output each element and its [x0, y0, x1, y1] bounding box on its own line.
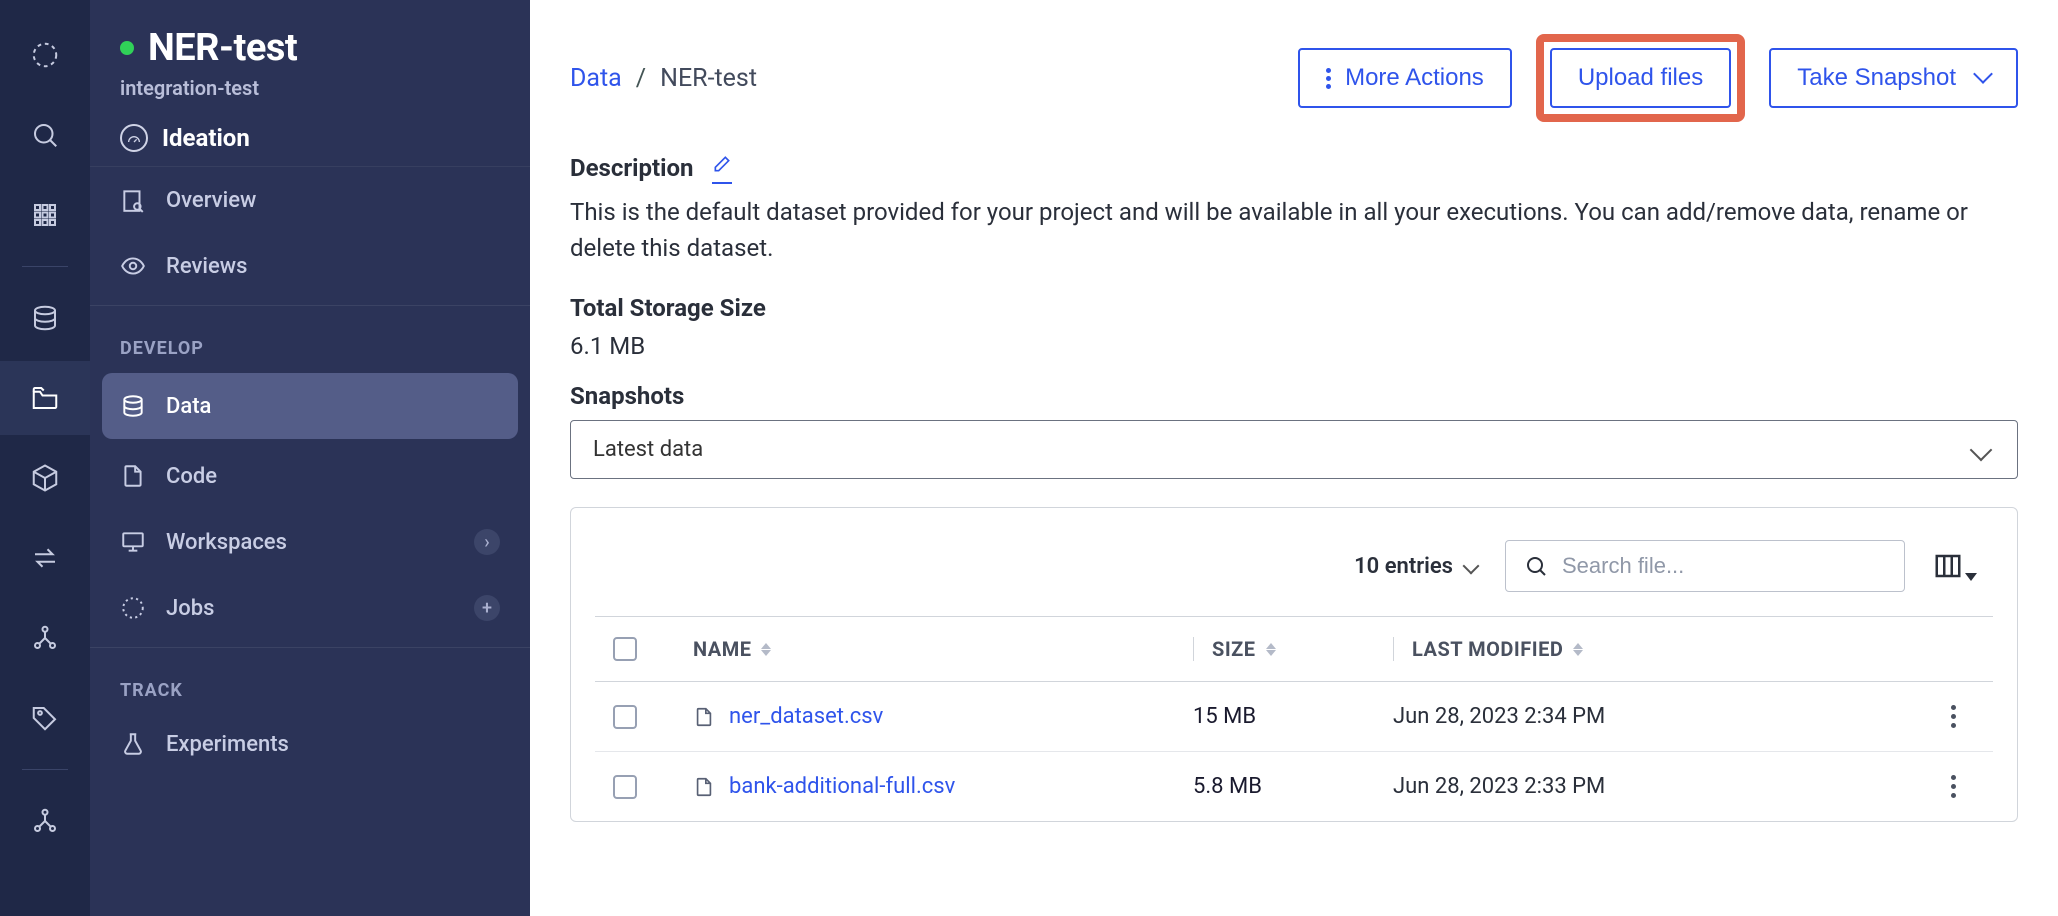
- button-label: More Actions: [1345, 64, 1484, 92]
- row-menu-button[interactable]: [1913, 775, 1993, 798]
- model2-icon[interactable]: [0, 784, 90, 858]
- stage-label: Ideation: [162, 124, 250, 152]
- sidebar-item-label: Jobs: [166, 596, 214, 621]
- select-all-checkbox[interactable]: [613, 637, 637, 661]
- breadcrumb: Data / NER-test: [570, 64, 757, 93]
- button-label: Take Snapshot: [1797, 64, 1956, 92]
- row-menu-button[interactable]: [1913, 705, 1993, 728]
- search-input[interactable]: [1562, 553, 1886, 579]
- nav-group-develop: DEVELOP: [90, 312, 530, 369]
- annotation-highlight: Upload files: [1536, 34, 1745, 122]
- breadcrumb-separator: /: [636, 64, 646, 93]
- file-size: 5.8 MB: [1193, 774, 1393, 799]
- caret-down-icon: [1965, 573, 1977, 581]
- sort-icon: [761, 643, 771, 656]
- upload-files-button[interactable]: Upload files: [1550, 48, 1731, 108]
- snapshot-select[interactable]: Latest data: [570, 420, 2018, 479]
- description-label: Description: [570, 152, 2018, 184]
- file-modified: Jun 28, 2023 2:34 PM: [1393, 704, 1913, 729]
- search-icon: [1524, 554, 1548, 578]
- edit-icon[interactable]: [712, 152, 732, 184]
- swap-icon[interactable]: [0, 521, 90, 595]
- file-table: NAME SIZE LAST MODIFIED ner_dataset.csv …: [595, 616, 1993, 821]
- file-name[interactable]: bank-additional-full.csv: [693, 774, 1193, 799]
- icon-rail: [0, 0, 90, 916]
- sort-icon: [1266, 643, 1276, 656]
- main-content: Data / NER-test More Actions Upload file…: [530, 0, 2058, 916]
- table-row[interactable]: ner_dataset.csv 15 MB Jun 28, 2023 2:34 …: [595, 682, 1993, 752]
- sidebar: NER-test integration-test Ideation Overv…: [90, 0, 530, 916]
- sidebar-item-data[interactable]: Data: [102, 373, 518, 439]
- column-settings-button[interactable]: [1933, 551, 1977, 581]
- file-name[interactable]: ner_dataset.csv: [693, 704, 1193, 729]
- project-subtitle: integration-test: [120, 76, 500, 100]
- project-header: NER-test integration-test Ideation: [90, 0, 530, 167]
- col-name[interactable]: NAME: [693, 637, 1193, 661]
- columns-icon: [1933, 551, 1963, 581]
- vertical-dots-icon: [1326, 68, 1331, 89]
- folder-open-icon[interactable]: [0, 361, 90, 435]
- file-icon: [693, 706, 715, 728]
- file-modified: Jun 28, 2023 2:33 PM: [1393, 774, 1913, 799]
- chevron-down-icon: [1970, 64, 1990, 92]
- storage-size-value: 6.1 MB: [570, 332, 2018, 360]
- cube-icon[interactable]: [0, 441, 90, 515]
- apps-grid-icon[interactable]: [0, 178, 90, 252]
- sidebar-item-experiments[interactable]: Experiments: [90, 711, 530, 777]
- entries-per-page-select[interactable]: 10 entries: [1354, 554, 1477, 579]
- col-size[interactable]: SIZE: [1193, 637, 1393, 661]
- col-modified[interactable]: LAST MODIFIED: [1393, 637, 1913, 661]
- search-file-box[interactable]: [1505, 540, 1905, 592]
- sort-icon: [1573, 643, 1583, 656]
- action-bar: More Actions Upload files Take Snapshot: [1298, 34, 2018, 122]
- chevron-right-icon: ›: [474, 529, 500, 555]
- description-text: This is the default dataset provided for…: [570, 194, 2018, 266]
- sidebar-item-label: Overview: [166, 188, 256, 213]
- plus-icon[interactable]: +: [474, 595, 500, 621]
- stage-gauge-icon: [120, 124, 148, 152]
- sidebar-item-code[interactable]: Code: [90, 443, 530, 509]
- tag-icon[interactable]: [0, 681, 90, 755]
- database-icon[interactable]: [0, 281, 90, 355]
- breadcrumb-root[interactable]: Data: [570, 64, 622, 93]
- search-icon[interactable]: [0, 98, 90, 172]
- model-icon[interactable]: [0, 601, 90, 675]
- button-label: Upload files: [1578, 64, 1703, 92]
- more-actions-button[interactable]: More Actions: [1298, 48, 1512, 108]
- sidebar-item-label: Experiments: [166, 732, 289, 757]
- chevron-down-icon: [1463, 558, 1480, 575]
- breadcrumb-current: NER-test: [660, 64, 757, 93]
- table-header: NAME SIZE LAST MODIFIED: [595, 616, 1993, 682]
- logo-icon[interactable]: [0, 18, 90, 92]
- row-checkbox[interactable]: [613, 705, 637, 729]
- sidebar-item-jobs[interactable]: Jobs +: [90, 575, 530, 641]
- sidebar-item-label: Workspaces: [166, 530, 287, 555]
- nav-group-track: TRACK: [90, 654, 530, 711]
- file-table-card: 10 entries NAME SIZE LAST MODIFIED: [570, 507, 2018, 822]
- sidebar-item-label: Data: [166, 394, 211, 419]
- project-stage[interactable]: Ideation: [120, 124, 500, 152]
- storage-size-label: Total Storage Size: [570, 294, 2018, 322]
- table-row[interactable]: bank-additional-full.csv 5.8 MB Jun 28, …: [595, 752, 1993, 821]
- snapshots-label: Snapshots: [570, 382, 2018, 410]
- snapshot-selected-value: Latest data: [593, 437, 703, 462]
- row-checkbox[interactable]: [613, 775, 637, 799]
- sidebar-item-reviews[interactable]: Reviews: [90, 233, 530, 299]
- entries-label: 10 entries: [1354, 554, 1453, 579]
- sidebar-item-overview[interactable]: Overview: [90, 167, 530, 233]
- file-icon: [693, 776, 715, 798]
- file-size: 15 MB: [1193, 704, 1393, 729]
- take-snapshot-button[interactable]: Take Snapshot: [1769, 48, 2018, 108]
- sidebar-item-label: Reviews: [166, 254, 247, 279]
- sidebar-item-workspaces[interactable]: Workspaces ›: [90, 509, 530, 575]
- project-title: NER-test: [148, 26, 297, 70]
- status-dot-icon: [120, 41, 134, 55]
- chevron-down-icon: [1970, 438, 1993, 461]
- sidebar-item-label: Code: [166, 464, 217, 489]
